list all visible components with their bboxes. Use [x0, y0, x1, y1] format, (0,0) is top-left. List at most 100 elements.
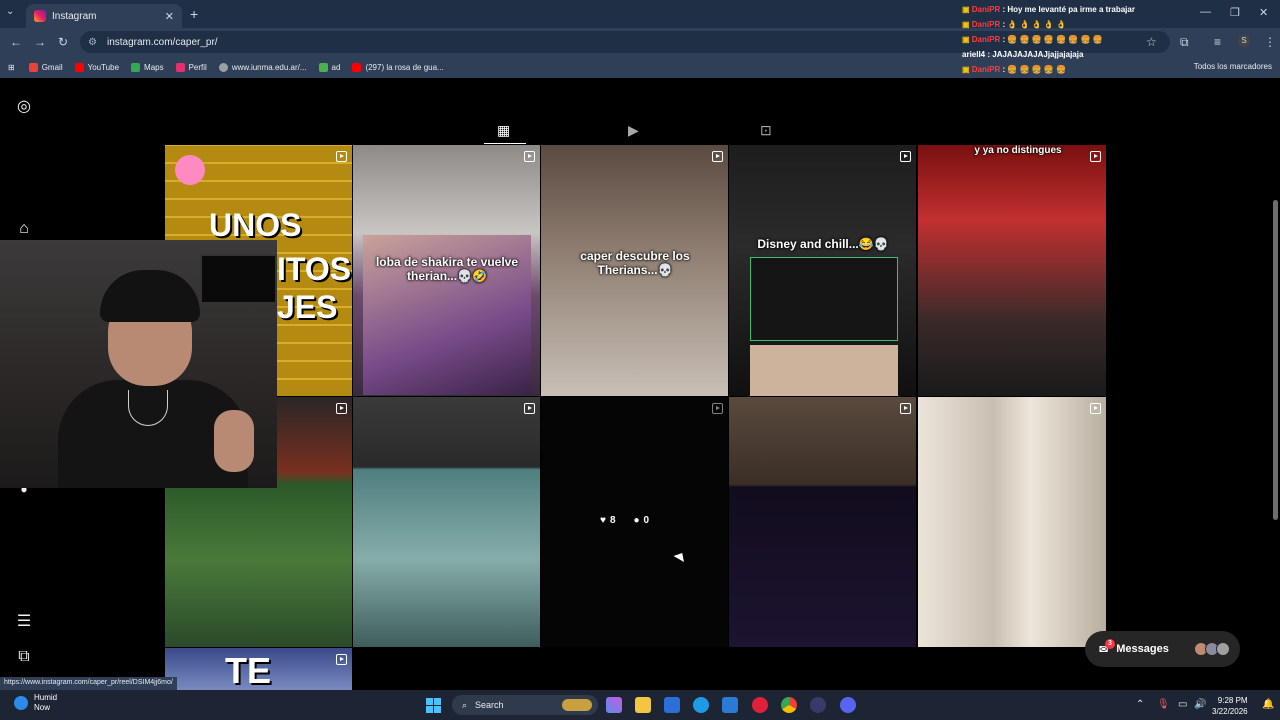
extensions-icon[interactable]: ⧉ [1180, 35, 1189, 50]
clock-date: 3/22/2026 [1212, 707, 1248, 716]
bookmark-perfil[interactable]: Perfil [175, 62, 207, 72]
tab-search-icon[interactable]: ⌄ [6, 6, 14, 17]
post-caption: UNOS [209, 207, 302, 243]
tray-chevron-icon[interactable]: ⌃ [1136, 699, 1144, 710]
weather-title: Humid [34, 693, 58, 702]
webcam-overlay [0, 240, 277, 488]
close-tab-icon[interactable]: ✕ [165, 10, 174, 23]
streamer-hand [214, 410, 254, 472]
reel-icon [524, 403, 535, 414]
start-button[interactable] [426, 698, 441, 713]
more-menu-icon[interactable]: ☰ [14, 611, 34, 631]
bookmark-label: (297) la rosa de gua... [365, 62, 444, 72]
post-tile[interactable] [353, 397, 540, 647]
network-icon[interactable]: ▭ [1178, 699, 1187, 710]
taskbar-search[interactable]: ⌕ Search [452, 695, 598, 715]
reel-icon [336, 403, 347, 414]
bookmark-rosa[interactable]: (297) la rosa de gua... [352, 62, 444, 72]
status-bar-url: https://www.instagram.com/caper_pr/reel/… [0, 677, 177, 690]
video-thumbnail [750, 345, 898, 396]
chrome-icon[interactable] [781, 697, 797, 713]
store-icon[interactable] [664, 697, 680, 713]
post-caption: caper descubre los Therians...💀 [580, 249, 690, 277]
reels-tab-icon[interactable]: ▶ [628, 122, 639, 139]
chat-line: ▣ DaniPR : 🍔 🍔 🍔 🍔 🍔 [962, 65, 1067, 74]
chat-line: ▣ DaniPR : 🍔 🍔 🍔 🍔 🍔 🍔 🍔 🍔 [962, 35, 1103, 44]
file-explorer-icon[interactable] [635, 697, 651, 713]
all-bookmarks[interactable]: Todos los marcadores [1194, 62, 1272, 71]
post-tile[interactable]: loba de shakira te vuelve therian...💀🤣 [353, 145, 540, 396]
messages-label: Messages [1116, 643, 1169, 655]
post-caption: ITOS [277, 251, 352, 287]
post-caption: y ya no distingues [974, 145, 1062, 156]
posts-grid-icon[interactable]: ▦ [497, 122, 510, 139]
outlook-icon[interactable] [722, 697, 738, 713]
bookmark-ad[interactable]: ad [318, 62, 341, 72]
post-tile[interactable] [918, 397, 1106, 647]
post-tile[interactable] [729, 397, 916, 647]
volume-icon[interactable]: 🔊 [1194, 699, 1206, 710]
profile-avatar[interactable]: S [1238, 35, 1250, 47]
menu-icon[interactable]: ⋮ [1264, 35, 1276, 49]
post-tile[interactable]: caper descubre los Therians...💀 [541, 145, 728, 396]
bookmark-iunma[interactable]: www.iunma.edu.ar/... [218, 62, 307, 72]
page-scrollbar[interactable] [1273, 200, 1278, 520]
reel-icon [900, 151, 911, 162]
search-icon: ⌕ [462, 699, 468, 710]
minimize-icon[interactable]: — [1200, 6, 1211, 18]
system-clock[interactable]: 9:28 PM 3/22/2026 [1212, 695, 1248, 717]
messages-button[interactable]: ✉ 3 Messages [1085, 631, 1240, 667]
reel-icon [712, 151, 723, 162]
copilot-icon[interactable] [606, 697, 622, 713]
discord-icon[interactable] [840, 697, 856, 713]
media-icon[interactable]: ≡ [1214, 35, 1221, 49]
weather-widget[interactable]: Humid Now [14, 693, 57, 713]
obs-icon[interactable] [810, 697, 826, 713]
instagram-logo-icon[interactable]: ◎ [14, 96, 34, 116]
site-info-icon[interactable]: ⚙ [88, 37, 97, 48]
bookmark-gmail[interactable]: Gmail [28, 62, 63, 72]
post-tile[interactable]: y ya no distingues [918, 145, 1106, 396]
post-tile[interactable]: TE [165, 648, 352, 690]
close-window-icon[interactable]: ✕ [1259, 6, 1268, 19]
apps-grid-icon[interactable]: ⊞ [8, 63, 15, 72]
url-text: instagram.com/caper_pr/ [106, 36, 218, 48]
tagged-tab-icon[interactable]: ⊡ [760, 122, 772, 139]
bookmark-youtube[interactable]: YouTube [74, 62, 120, 72]
opera-icon[interactable] [752, 697, 768, 713]
reel-icon [1090, 403, 1101, 414]
likes-count: 8 [609, 515, 616, 526]
instagram-favicon-icon [34, 10, 46, 22]
back-icon[interactable]: ← [10, 35, 22, 49]
forward-icon[interactable]: → [34, 35, 46, 49]
notification-bell-icon[interactable]: 🔔 [1262, 699, 1274, 710]
new-tab-button[interactable]: + [190, 6, 198, 22]
instagram-icon [175, 62, 185, 72]
stream-chat-overlay: ▣ DaniPR : Hoy me levanté pa irme a trab… [962, 2, 1142, 77]
video-thumbnail [750, 257, 898, 341]
home-icon[interactable]: ⌂ [14, 220, 34, 240]
also-from-meta-icon[interactable]: ⧉ [14, 648, 34, 668]
bookmark-label: YouTube [87, 62, 120, 72]
bookmark-label: ad [331, 62, 341, 72]
profile-tabs: ▦ ▶ ⊡ [0, 118, 1280, 144]
chat-line: ▣ DaniPR : Hoy me levanté pa irme a trab… [962, 5, 1135, 14]
post-tile[interactable]: Disney and chill...😂💀 [729, 145, 916, 396]
hover-stats: ♥ 8 ● 0 [600, 515, 653, 526]
post-caption: TE [225, 650, 272, 690]
reel-icon [524, 151, 535, 162]
avatar [1216, 642, 1230, 656]
reel-icon [900, 403, 911, 414]
bookmark-label: Gmail [41, 62, 63, 72]
edge-icon[interactable] [693, 697, 709, 713]
search-highlight-icon [562, 699, 592, 711]
microphone-icon[interactable]: 🎙 [1157, 699, 1170, 710]
tab-instagram[interactable]: Instagram ✕ [26, 4, 182, 28]
windows-taskbar: Humid Now ⌕ Search ⌃ 🎙 ▭ 🔊 9:28 PM 3/22/2… [0, 690, 1280, 720]
maximize-icon[interactable]: ❐ [1230, 6, 1240, 19]
youtube-icon [74, 62, 84, 72]
bookmark-star-icon[interactable]: ☆ [1146, 35, 1157, 49]
bookmark-maps[interactable]: Maps [131, 62, 164, 72]
reel-icon [336, 151, 347, 162]
reload-icon[interactable]: ↻ [58, 35, 68, 49]
